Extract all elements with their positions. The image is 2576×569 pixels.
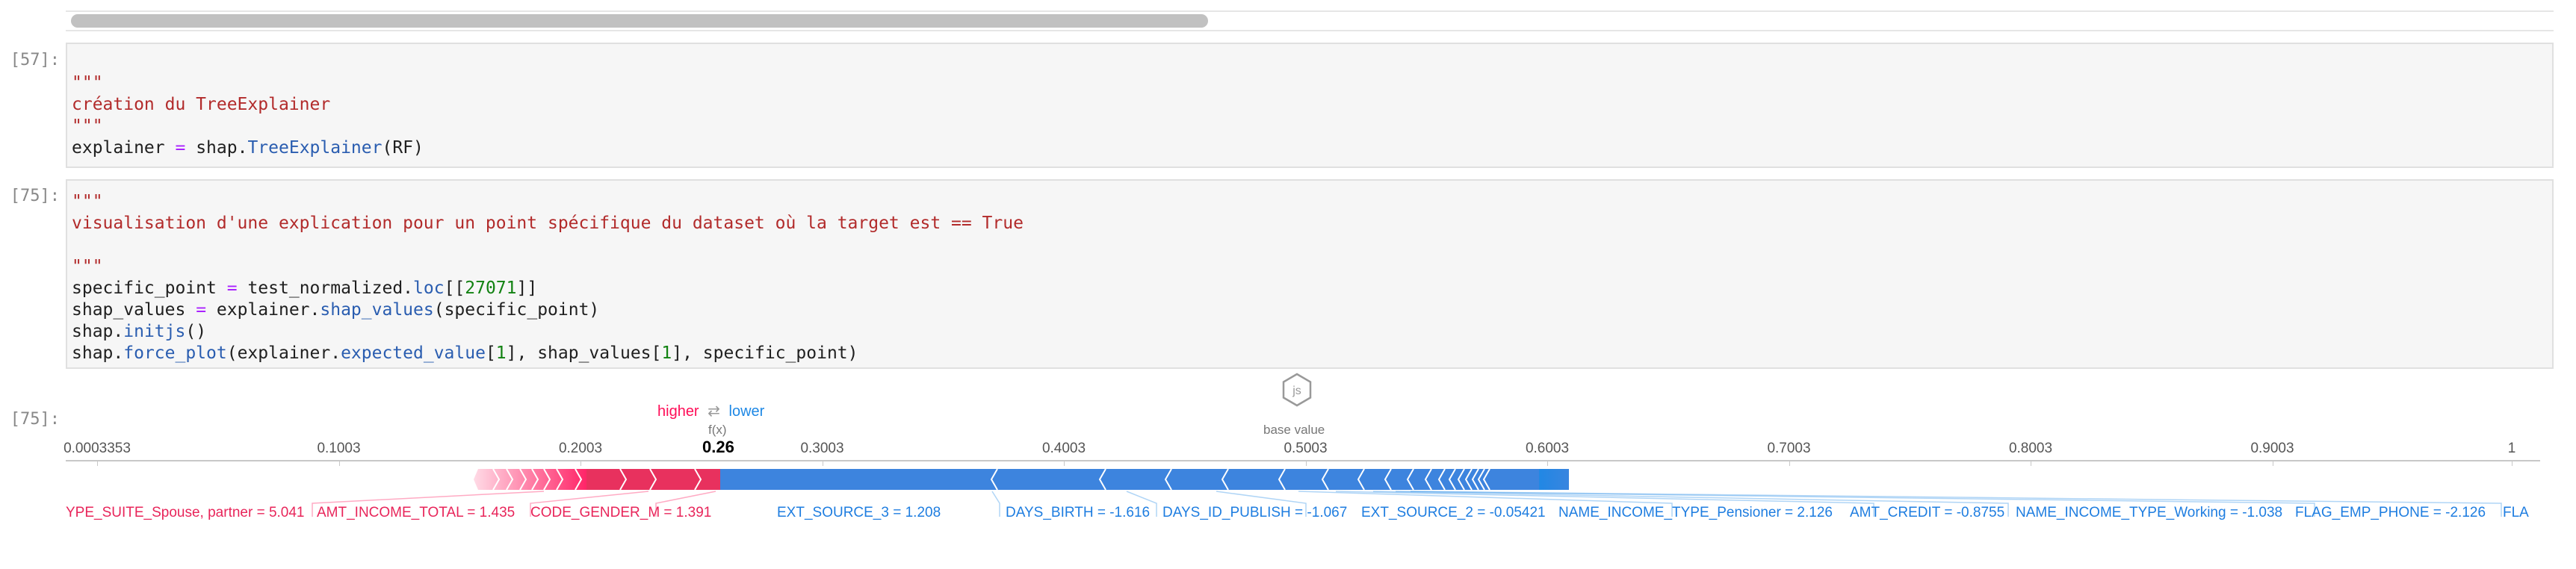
code-bracket: [[ <box>444 279 465 298</box>
code-object: shap. <box>72 322 124 341</box>
code-block: """ création du TreeExplainer """ explai… <box>72 72 424 159</box>
axis-tick-mark <box>1789 460 1790 466</box>
code-module: shap. <box>196 138 248 158</box>
axis-tick-mark <box>338 460 340 466</box>
code-var: explainer <box>72 138 165 158</box>
code-cell-57[interactable]: """ création du TreeExplainer """ explai… <box>66 43 2554 168</box>
axis-tick-label: 0.5003 <box>1284 441 1328 456</box>
code-attr: force_plot <box>123 343 227 363</box>
js-hexagon-icon: js <box>1282 373 1312 407</box>
axis-tick-mark <box>1305 460 1307 466</box>
cell-prompt: [75]: <box>10 410 60 429</box>
axis-tick-label: 0.9003 <box>2250 441 2294 456</box>
axis-tick-label: 0.8003 <box>2008 441 2053 456</box>
connector-line <box>1216 491 1307 517</box>
docstring-open: """ <box>72 73 103 93</box>
axis-tick-label: 0.6003 <box>1525 441 1570 456</box>
docstring-close: """ <box>72 257 103 276</box>
horizontal-scrollbar-thumb[interactable] <box>71 14 1208 28</box>
code-object: shap. <box>72 343 124 363</box>
axis-tick-mark <box>1064 460 1065 466</box>
code-var: specific_point <box>72 279 217 298</box>
code-number: 27071 <box>465 279 517 298</box>
code-attr: loc <box>413 279 445 298</box>
connector-line <box>1395 491 2315 517</box>
code-args: ], shap_values[ <box>506 343 662 363</box>
connector-line <box>991 491 1000 517</box>
code-function: TreeExplainer <box>247 138 383 158</box>
code-attr: initjs <box>123 322 186 341</box>
code-attr: shap_values <box>320 300 434 320</box>
connector-line <box>312 491 545 517</box>
docstring-text: création du TreeExplainer <box>72 95 331 114</box>
label-connectors <box>312 491 2502 517</box>
axis-tick-mark <box>1547 460 1548 466</box>
code-args: (RF) <box>382 138 424 158</box>
connector-line <box>1126 491 1157 517</box>
code-attr: expected_value <box>341 343 486 363</box>
code-object: test_normalized. <box>247 279 414 298</box>
connector-line <box>530 491 649 517</box>
axis-tick-mark <box>97 460 98 466</box>
code-bracket: ]] <box>516 279 538 298</box>
code-block: """ visualisation d'une explication pour… <box>72 191 1024 364</box>
axis-tick-label: 0.0003353 <box>64 441 131 456</box>
code-number: 1 <box>495 343 507 363</box>
axis-tick-label: 0.1003 <box>317 441 361 456</box>
code-args: ], specific_point) <box>672 343 858 363</box>
js-badge-text: js <box>1292 385 1301 397</box>
axis-tick-label: 0.2003 <box>558 441 603 456</box>
axis-tick-mark <box>580 460 581 466</box>
axis-tick-label: 1 <box>2507 441 2516 456</box>
cell-prompt: [57]: <box>10 51 60 69</box>
code-bracket: [ <box>485 343 496 363</box>
code-op: = <box>226 279 238 298</box>
code-number: 1 <box>661 343 672 363</box>
code-var: shap_values <box>72 300 186 320</box>
axis-tick-label: 0.3003 <box>800 441 844 456</box>
axis-line <box>66 460 2540 461</box>
code-args: (explainer. <box>226 343 341 363</box>
axis-tick-label: 0.4003 <box>1041 441 1086 456</box>
code-args: (specific_point) <box>433 300 600 320</box>
code-op: = <box>196 300 207 320</box>
legend-higher: higher <box>657 403 699 420</box>
docstring-close: """ <box>72 116 103 136</box>
code-object: explainer. <box>216 300 321 320</box>
docstring-open: """ <box>72 192 103 211</box>
legend-arrows-icon: ⇄ <box>708 403 720 420</box>
code-args: () <box>185 322 207 341</box>
code-op: = <box>175 138 186 158</box>
code-cell-75[interactable]: """ visualisation d'une explication pour… <box>66 179 2554 369</box>
connector-line <box>655 491 716 517</box>
docstring-text: visualisation d'une explication pour un … <box>72 214 1024 233</box>
cell-prompt: [75]: <box>10 187 60 205</box>
axis-tick-label: 0.7003 <box>1767 441 1811 456</box>
legend-lower: lower <box>728 403 765 420</box>
